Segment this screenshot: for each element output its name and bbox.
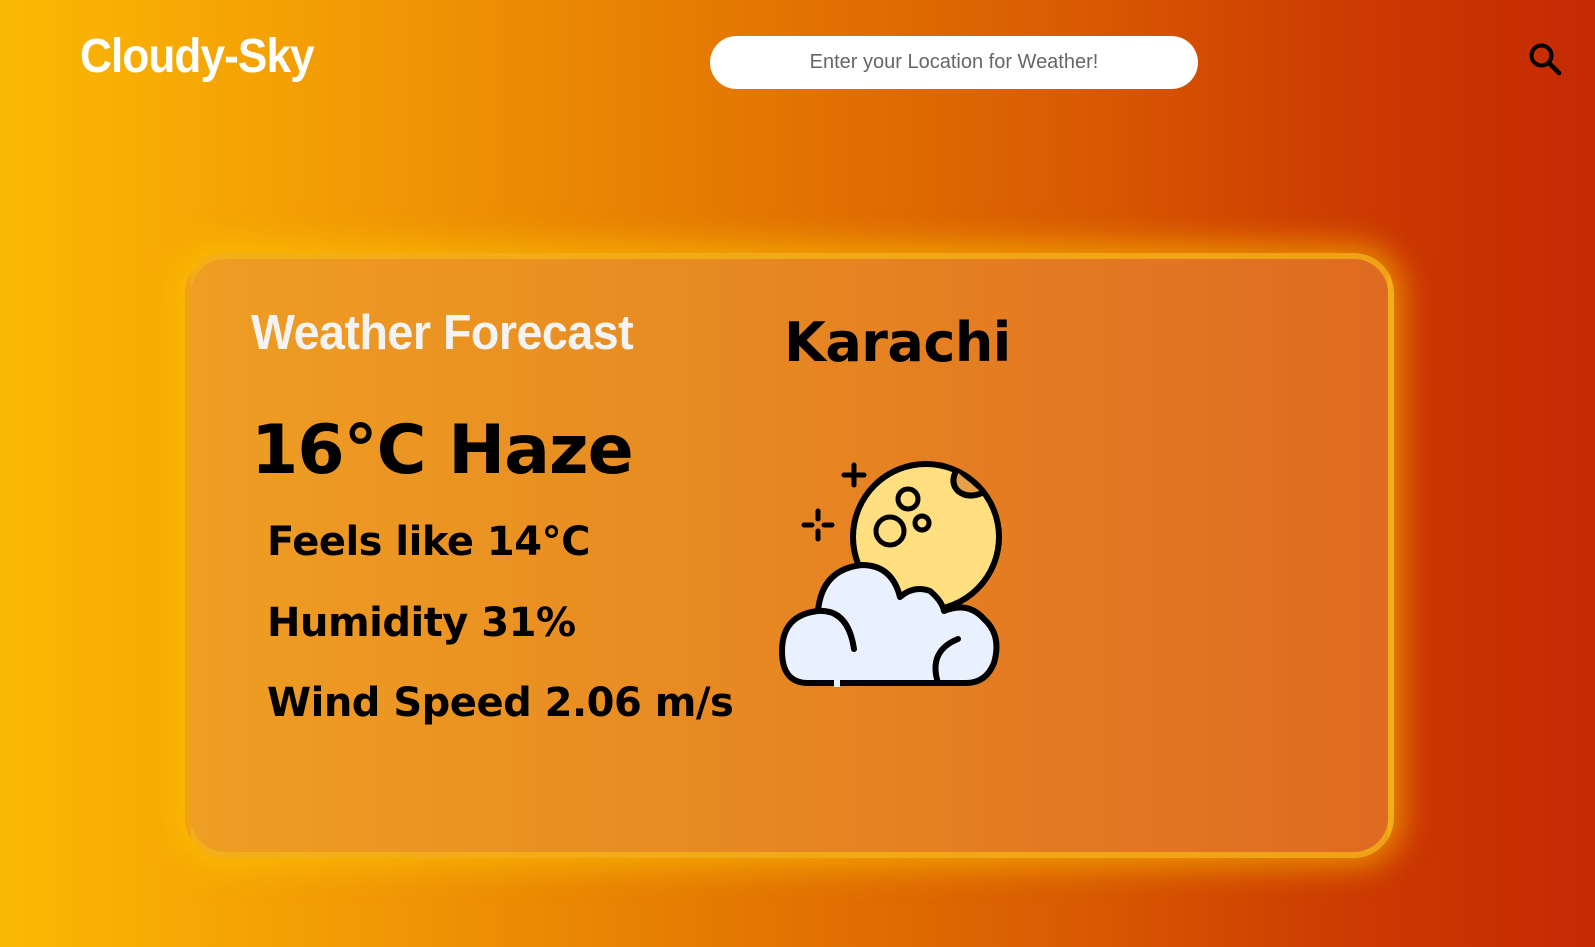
- humidity: Humidity 31%: [267, 600, 576, 646]
- moon-cloud-icon: [779, 461, 1002, 687]
- city-name: Karachi: [784, 311, 1011, 374]
- location-search-input[interactable]: [710, 36, 1198, 89]
- search-icon: [1529, 43, 1562, 76]
- wind-speed: Wind Speed 2.06 m/s: [267, 680, 734, 726]
- brand-logo: Cloudy-Sky: [80, 30, 315, 83]
- temperature-condition: 16°C Haze: [251, 411, 634, 490]
- feels-like: Feels like 14°C: [267, 519, 590, 565]
- card-heading: Weather Forecast: [251, 306, 634, 360]
- search-button[interactable]: [1528, 42, 1562, 76]
- weather-card: Weather Forecast 16°C Haze Feels like 14…: [185, 253, 1394, 858]
